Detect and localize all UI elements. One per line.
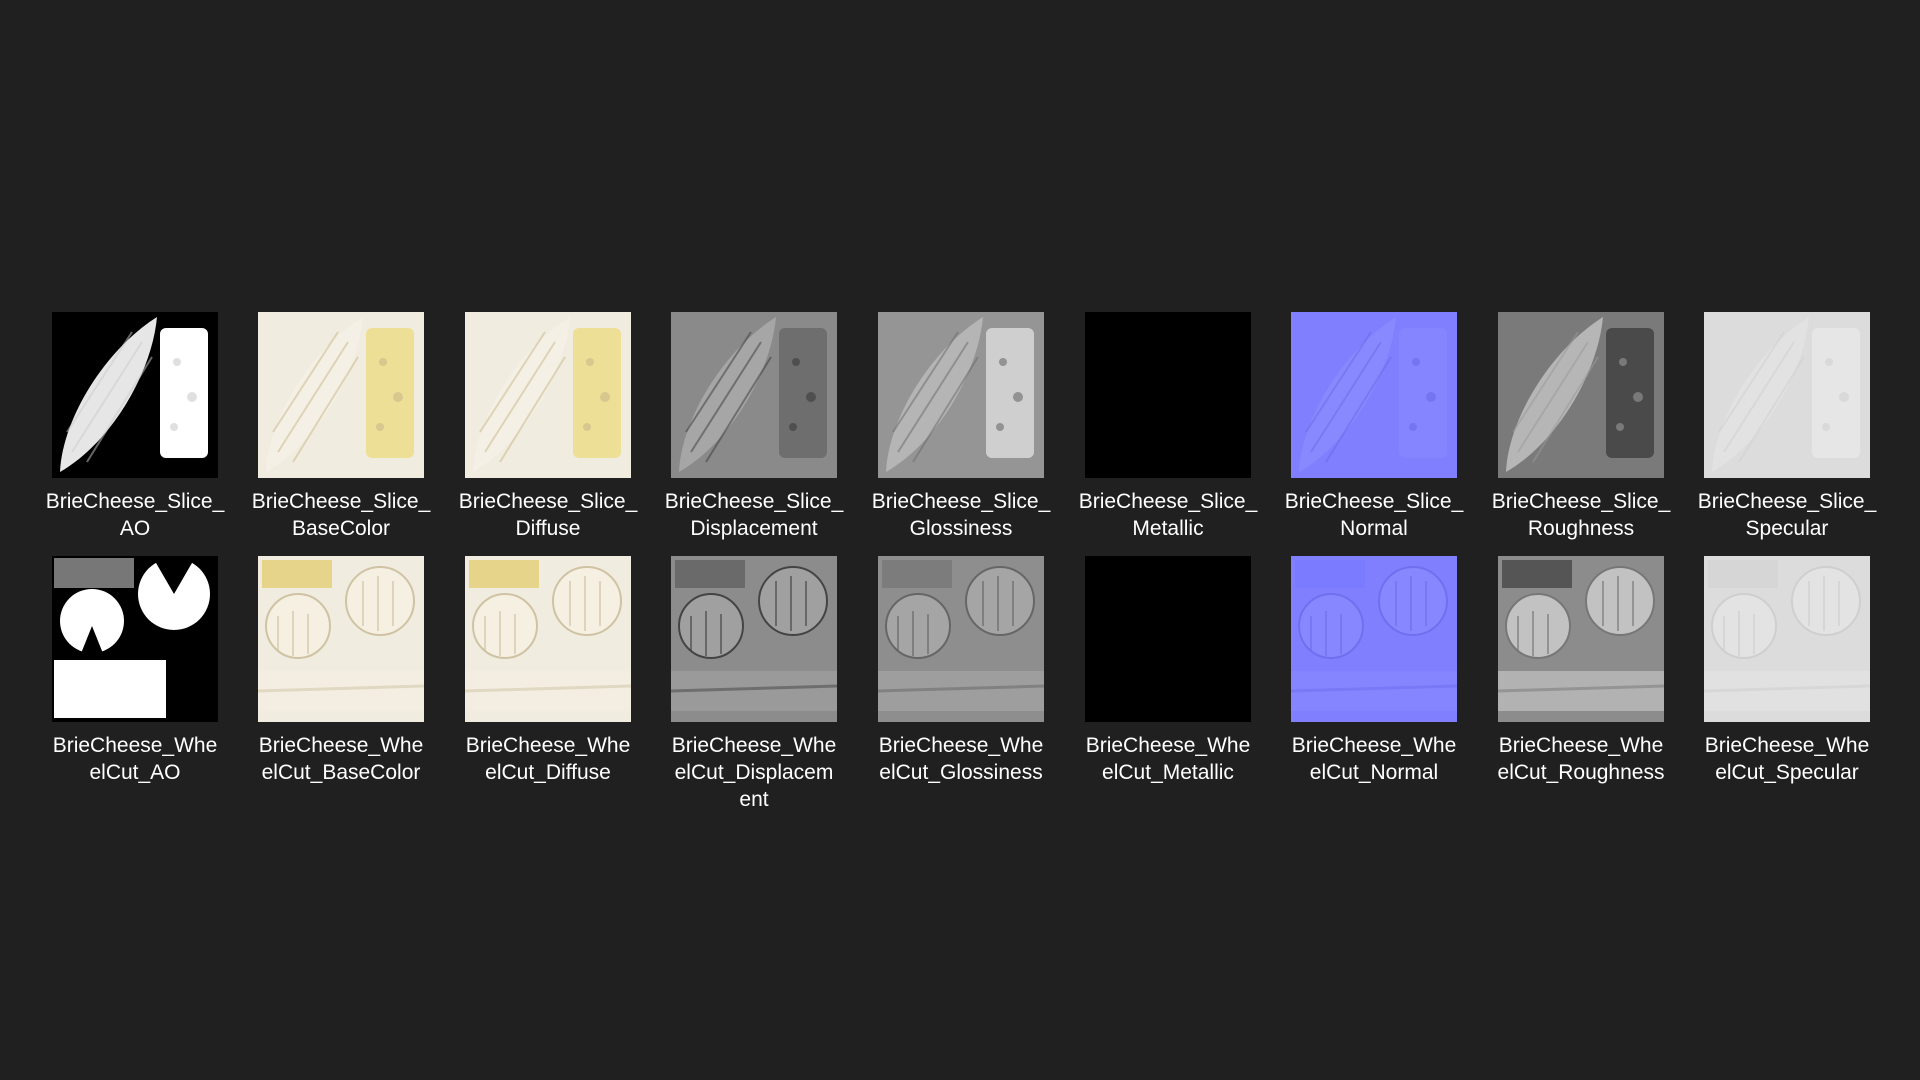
file-name-label: BrieCheese_Slice_ BaseColor [251,490,431,540]
file-name-label: BrieCheese_Whe elCut_Specular [1704,734,1870,784]
texture-thumbnail[interactable] [671,556,837,722]
texture-thumbnail[interactable] [52,312,218,478]
file-item[interactable]: BrieCheese_Whe elCut_Metallic [1070,556,1266,786]
texture-thumbnail[interactable] [671,312,837,478]
texture-thumbnail[interactable] [878,312,1044,478]
file-name-label: BrieCheese_Slice_ Glossiness [871,490,1051,540]
file-name-label: BrieCheese_Slice_ Normal [1284,490,1464,540]
file-item[interactable]: BrieCheese_Whe elCut_Normal [1276,556,1472,786]
file-name-label: BrieCheese_Slice_ AO [45,490,225,540]
texture-thumbnail[interactable] [1085,556,1251,722]
file-name-label: BrieCheese_Slice_ Metallic [1078,490,1258,540]
file-name-label: BrieCheese_Whe elCut_Diffuse [465,734,631,784]
texture-thumbnail[interactable] [878,556,1044,722]
texture-thumbnail[interactable] [1704,312,1870,478]
file-item[interactable]: BrieCheese_Slice_ Glossiness [863,312,1059,542]
file-item[interactable]: BrieCheese_Slice_ Diffuse [450,312,646,542]
file-name-label: BrieCheese_Whe elCut_Displacem ent [671,734,837,811]
file-item[interactable]: BrieCheese_Slice_ Displacement [656,312,852,542]
file-name-label: BrieCheese_Whe elCut_Glossiness [878,734,1044,784]
file-name-label: BrieCheese_Whe elCut_AO [52,734,218,784]
file-name-label: BrieCheese_Slice_ Diffuse [458,490,638,540]
file-grid: BrieCheese_Slice_ AO BrieCheese_Slice_ B… [0,0,1920,1080]
file-item[interactable]: BrieCheese_Whe elCut_Displacem ent [656,556,852,813]
file-name-label: BrieCheese_Whe elCut_Normal [1291,734,1457,784]
file-name-label: BrieCheese_Slice_ Displacement [664,490,844,540]
file-item[interactable]: BrieCheese_Whe elCut_BaseColor [243,556,439,786]
file-item[interactable]: BrieCheese_Whe elCut_Diffuse [450,556,646,786]
texture-thumbnail[interactable] [258,556,424,722]
texture-thumbnail[interactable] [52,556,218,722]
file-name-label: BrieCheese_Whe elCut_Roughness [1497,734,1665,784]
file-name-label: BrieCheese_Slice_ Specular [1697,490,1877,540]
file-item[interactable]: BrieCheese_Slice_ Roughness [1483,312,1679,542]
file-item[interactable]: BrieCheese_Slice_ Specular [1689,312,1885,542]
file-item[interactable]: BrieCheese_Whe elCut_AO [37,556,233,786]
file-name-label: BrieCheese_Whe elCut_Metallic [1085,734,1251,784]
file-name-label: BrieCheese_Slice_ Roughness [1491,490,1671,540]
file-item[interactable]: BrieCheese_Slice_ Metallic [1070,312,1266,542]
file-name-label: BrieCheese_Whe elCut_BaseColor [258,734,424,784]
texture-thumbnail[interactable] [1498,312,1664,478]
texture-thumbnail[interactable] [1085,312,1251,478]
file-item[interactable]: BrieCheese_Slice_ AO [37,312,233,542]
file-item[interactable]: BrieCheese_Whe elCut_Roughness [1483,556,1679,786]
file-item[interactable]: BrieCheese_Slice_ Normal [1276,312,1472,542]
texture-thumbnail[interactable] [465,556,631,722]
texture-thumbnail[interactable] [1498,556,1664,722]
texture-thumbnail[interactable] [1291,556,1457,722]
file-item[interactable]: BrieCheese_Whe elCut_Glossiness [863,556,1059,786]
texture-thumbnail[interactable] [1704,556,1870,722]
texture-thumbnail[interactable] [1291,312,1457,478]
file-item[interactable]: BrieCheese_Slice_ BaseColor [243,312,439,542]
texture-thumbnail[interactable] [258,312,424,478]
file-item[interactable]: BrieCheese_Whe elCut_Specular [1689,556,1885,786]
texture-thumbnail[interactable] [465,312,631,478]
